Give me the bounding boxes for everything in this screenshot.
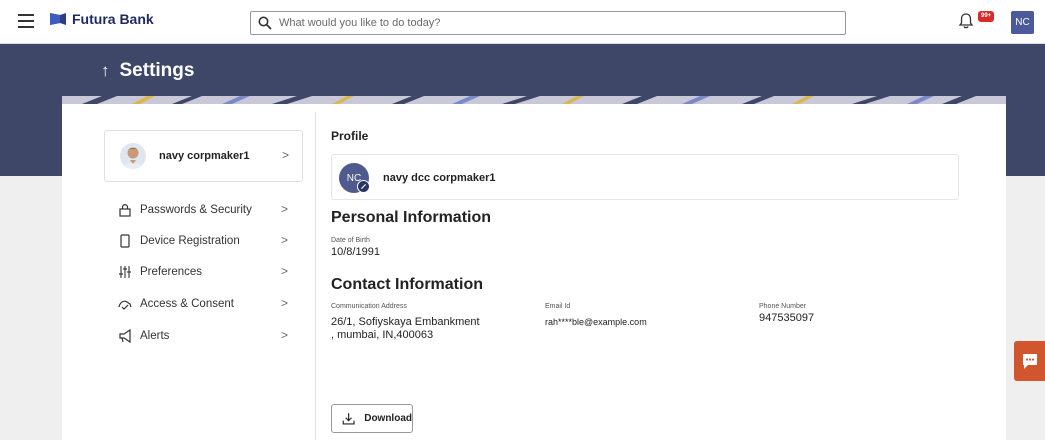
profile-heading: Profile (331, 129, 369, 143)
back-arrow-icon[interactable]: ↑ (101, 61, 110, 81)
email-label: Email Id (545, 303, 571, 310)
sidebar-divider (315, 112, 316, 440)
chevron-right-icon: > (281, 264, 289, 278)
notification-badge[interactable]: 99+ (978, 11, 995, 22)
brand[interactable]: Futura Bank (50, 11, 154, 27)
top-bar: Futura Bank 99+ NC (0, 0, 1045, 44)
sidebar-item-label: Passwords & Security (140, 204, 252, 216)
profile-photo (120, 143, 146, 169)
email-value: rah****ble@example.com (545, 317, 647, 327)
decorative-pattern (62, 96, 1006, 104)
download-icon (342, 412, 355, 425)
page-title-text: Settings (119, 60, 195, 81)
chevron-right-icon: > (281, 233, 289, 247)
personal-info-heading: Personal Information (331, 209, 492, 226)
edit-pencil-icon[interactable] (357, 180, 370, 193)
sidebar-item-label: Device Registration (140, 235, 240, 247)
brand-name: Futura Bank (72, 11, 154, 27)
chat-icon (1023, 354, 1037, 369)
sidebar-item-passwords-security[interactable]: Passwords & Security > (118, 201, 298, 219)
phone-label: Phone Number (759, 303, 807, 310)
address-line-1: 26/1, Sofiyskaya Embankment (331, 316, 480, 328)
menu-icon[interactable] (18, 14, 34, 28)
chevron-right-icon: > (281, 202, 289, 216)
bell-icon[interactable] (958, 12, 974, 29)
chevron-right-icon: > (282, 148, 290, 162)
chevron-right-icon: > (281, 296, 289, 310)
sidebar-item-label: Preferences (140, 266, 203, 278)
consent-icon (118, 300, 132, 310)
search-bar[interactable] (250, 11, 846, 35)
megaphone-icon (119, 329, 131, 343)
sidebar-item-alerts[interactable]: Alerts > (118, 327, 298, 345)
sidebar-profile-item[interactable]: navy corpmaker1 > (104, 130, 303, 182)
sidebar-item-device-registration[interactable]: Device Registration > (118, 232, 298, 250)
chevron-right-icon: > (281, 328, 289, 342)
device-icon (120, 234, 130, 248)
download-label: Download (364, 413, 412, 424)
chat-button[interactable] (1014, 341, 1045, 381)
dob-value: 10/8/1991 (331, 246, 380, 258)
search-input[interactable] (279, 14, 829, 32)
phone-value: 947535097 (759, 312, 815, 324)
profile-summary: NC navy dcc corpmaker1 (331, 154, 959, 200)
sidebar-item-access-consent[interactable]: Access & Consent > (118, 295, 298, 313)
address-label: Communication Address (331, 303, 407, 310)
sidebar-item-label: Alerts (140, 330, 170, 342)
contact-info-heading: Contact Information (331, 276, 483, 293)
sliders-icon (119, 266, 131, 278)
sidebar-item-label: Access & Consent (140, 298, 234, 310)
dob-label: Date of Birth (331, 237, 370, 244)
bank-logo-icon (50, 13, 66, 25)
profile-full-name: navy dcc corpmaker1 (383, 172, 496, 184)
sidebar-profile-name: navy corpmaker1 (159, 150, 250, 162)
search-icon (258, 16, 272, 30)
sidebar-item-preferences[interactable]: Preferences > (118, 263, 298, 281)
address-line-2: , mumbai, IN,400063 (331, 329, 434, 341)
page-title: ↑ Settings (101, 60, 194, 82)
lock-icon (119, 204, 131, 217)
user-avatar[interactable]: NC (1011, 11, 1034, 34)
download-button[interactable]: Download (331, 404, 413, 433)
